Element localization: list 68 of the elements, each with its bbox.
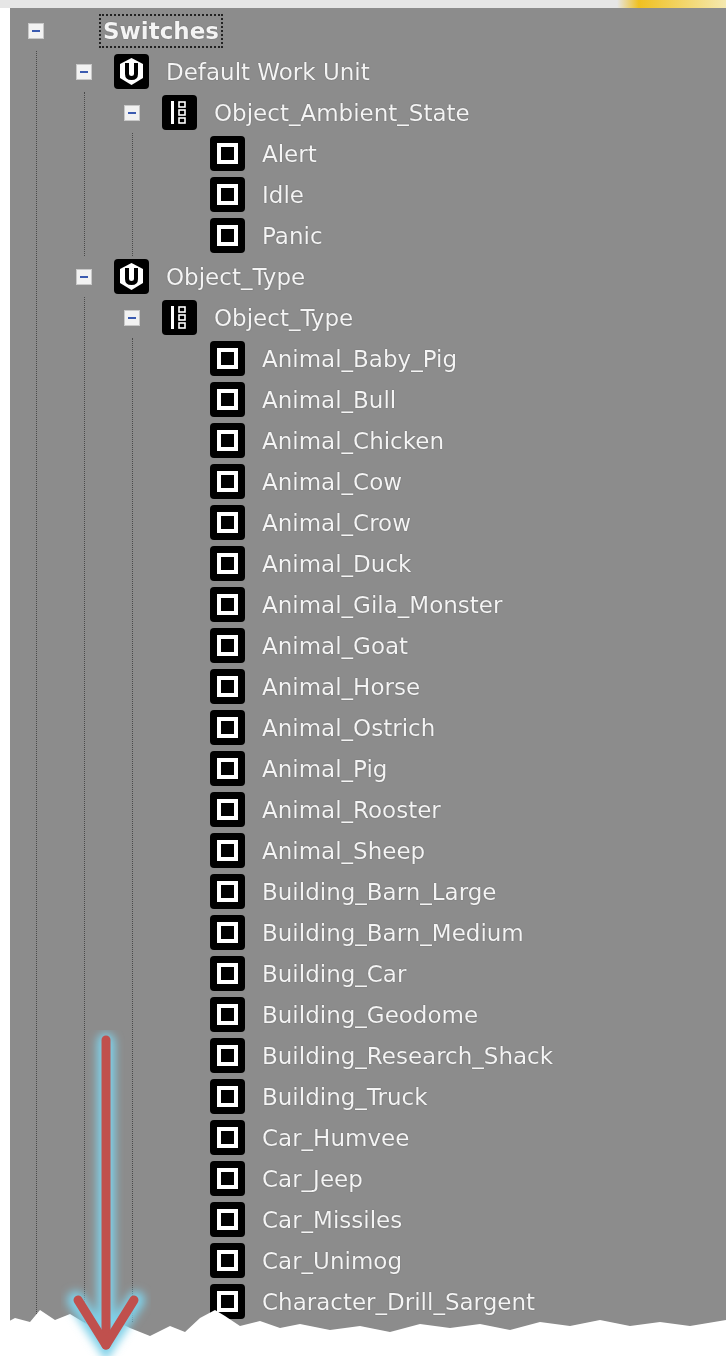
switch-icon [210,1079,245,1114]
switch-icon [210,915,245,950]
switch-icon [210,751,245,786]
switch-icon [210,136,245,171]
switch-icon [210,546,245,581]
tree-item[interactable]: Animal_Cow [260,466,405,497]
tree-item[interactable]: Animal_Goat [260,630,411,661]
tree-item[interactable]: Panic [260,220,325,251]
work-unit-icon [114,54,149,89]
tree-item[interactable]: Car_Jeep [260,1163,365,1194]
switch-icon [210,505,245,540]
tree-item[interactable]: Building_Barn_Medium [260,917,526,948]
switch-icon [210,218,245,253]
switch-icon [210,833,245,868]
tree-item[interactable]: Building_Car [260,958,409,989]
collapse-toggle[interactable] [28,22,44,39]
collapse-toggle[interactable] [124,309,140,326]
tree-item[interactable]: Default Work Unit [164,56,372,87]
tree-item[interactable]: Building_Barn_Large [260,876,499,907]
tree-item[interactable]: Switches [101,15,221,46]
switch-icon [210,956,245,991]
tree-item[interactable]: Building_Geodome [260,999,481,1030]
switch-icon [210,1202,245,1237]
tree-item[interactable]: Animal_Baby_Pig [260,343,460,374]
switch-icon [210,423,245,458]
collapse-toggle[interactable] [76,63,92,80]
switch-icon [210,1120,245,1155]
tree-item[interactable]: Animal_Duck [260,548,414,579]
switch-icon [210,874,245,909]
switch-group-icon [162,300,197,335]
tree-item[interactable]: Animal_Sheep [260,835,428,866]
switch-group-icon [162,95,197,130]
switch-icon [210,464,245,499]
tree-item[interactable]: Animal_Bull [260,384,399,415]
switch-icon [210,382,245,417]
switch-icon [210,1038,245,1073]
switch-icon [210,710,245,745]
tree-item[interactable]: Animal_Ostrich [260,712,438,743]
switch-icon [210,1243,245,1278]
switch-icon [210,177,245,212]
switch-icon [210,341,245,376]
tree-item[interactable]: Alert [260,138,319,169]
tree-item[interactable]: Animal_Chicken [260,425,446,456]
switch-icon [210,1284,245,1319]
tree-item[interactable]: Object_Type [212,302,356,333]
work-unit-icon [114,259,149,294]
tree-item[interactable]: Building_Research_Shack [260,1040,556,1071]
tree-item[interactable]: Idle [260,179,306,210]
switch-icon [210,792,245,827]
tree-item[interactable]: Building_Truck [260,1081,430,1112]
tree-item[interactable]: Animal_Rooster [260,794,443,825]
tree-item[interactable]: Animal_Horse [260,671,423,702]
collapse-toggle[interactable] [124,104,140,121]
switch-icon [210,587,245,622]
switch-icon [210,1161,245,1196]
switch-icon [210,669,245,704]
switch-icon [210,628,245,663]
tree-item[interactable]: Car_Humvee [260,1122,412,1153]
tree-item[interactable]: Animal_Crow [260,507,413,538]
tree-item[interactable]: Animal_Pig [260,753,390,784]
tree-item[interactable]: Character_Drill_Sargent [260,1286,537,1317]
collapse-toggle[interactable] [76,268,92,285]
tree-item[interactable]: Car_Unimog [260,1245,404,1276]
tree-item[interactable]: Object_Ambient_State [212,97,472,128]
tree-item[interactable]: Car_Missiles [260,1204,405,1235]
tree-item[interactable]: Object_Type [164,261,308,292]
tree-item[interactable]: Animal_Gila_Monster [260,589,505,620]
switch-icon [210,997,245,1032]
